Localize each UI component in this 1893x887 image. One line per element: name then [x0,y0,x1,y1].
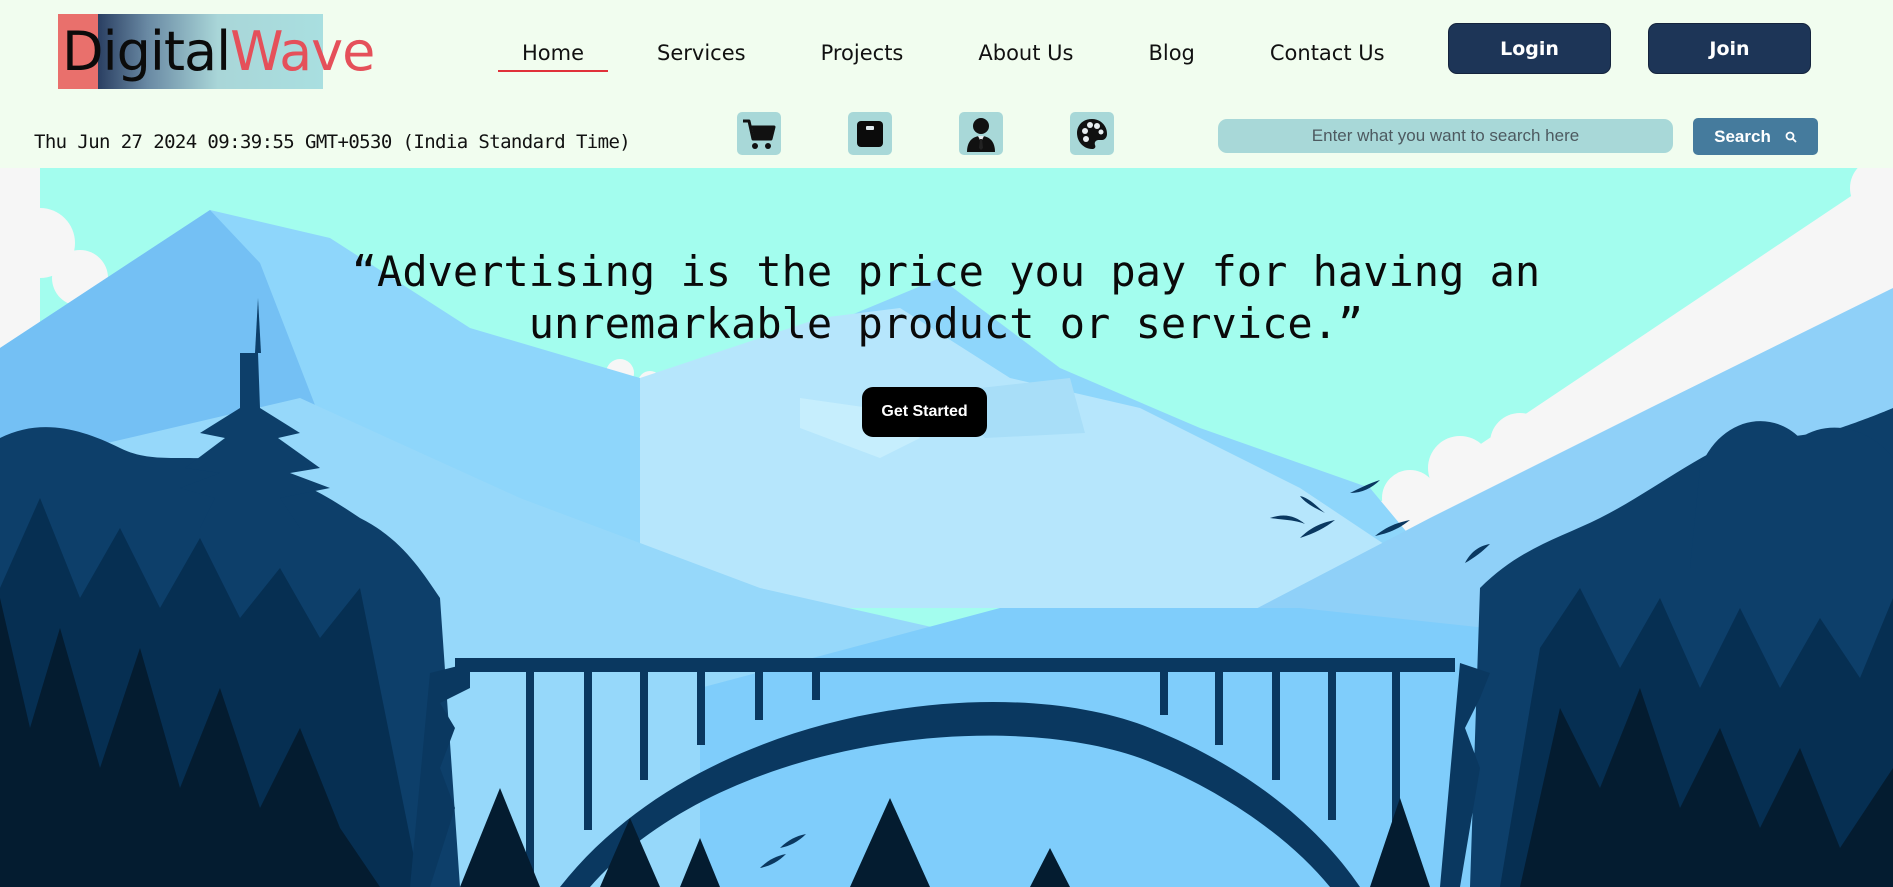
palette-icon [1077,118,1107,149]
nav-item-blog[interactable]: Blog [1123,36,1219,72]
current-datetime: Thu Jun 27 2024 09:39:55 GMT+0530 (India… [34,131,631,153]
search-button-label: Search [1714,126,1771,146]
join-button[interactable]: Join [1648,23,1811,74]
get-started-button[interactable]: Get Started [862,387,987,437]
logo-text: DigitalWave [62,24,375,79]
nav-item-about-us[interactable]: About Us [953,36,1098,72]
nav-item-contact-us[interactable]: Contact Us [1245,36,1410,72]
palette-button[interactable] [1070,112,1114,155]
hero-section: “Advertising is the price you pay for ha… [0,168,1893,887]
search-button[interactable]: Search [1693,118,1818,155]
user-button[interactable] [959,112,1003,155]
search-icon [1785,131,1797,143]
box-icon [857,120,883,147]
nav-item-projects[interactable]: Projects [796,36,929,72]
logo[interactable]: DigitalWave [58,14,375,89]
login-button[interactable]: Login [1448,23,1611,74]
cart-icon [743,119,776,149]
box-button[interactable] [848,112,892,155]
user-icon [967,117,995,152]
nav-item-services[interactable]: Services [632,36,771,72]
nav-item-home[interactable]: Home [498,36,609,72]
main-nav: Home Services Projects About Us Blog Con… [498,36,1410,72]
logo-text-digital: Digital [62,19,231,83]
site-header: DigitalWave Home Services Projects About… [0,0,1893,168]
cart-button[interactable] [737,112,781,155]
search-input[interactable] [1218,119,1673,153]
hero-quote: “Advertising is the price you pay for ha… [351,247,1541,348]
logo-text-wave: Wave [230,19,375,83]
